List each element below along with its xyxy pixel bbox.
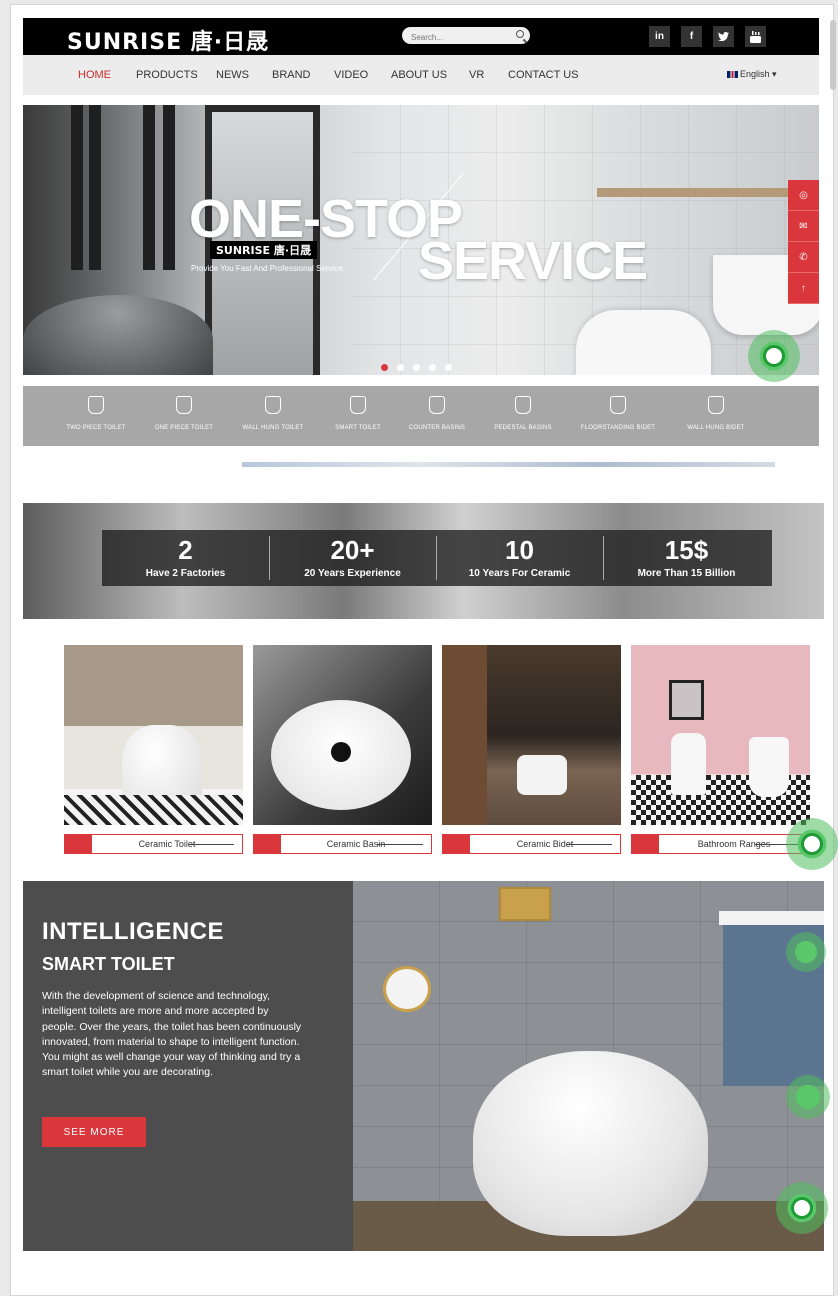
product-card-ceramic-basin[interactable]: Ceramic Basin — [253, 645, 432, 854]
whatsapp-float-icon[interactable] — [748, 330, 800, 382]
hero-shelf — [597, 188, 819, 197]
hero-radiator — [71, 105, 83, 270]
language-label: English — [740, 69, 770, 79]
phone-icon[interactable]: ✆ — [788, 242, 819, 273]
arrow-up-icon[interactable]: ↑ — [788, 273, 819, 304]
category-pedestal-basins[interactable]: PEDESTAL BASINS — [473, 396, 573, 431]
brand-logo[interactable]: SUNRISE 唐·日晟 — [67, 24, 269, 56]
smart-toilet-image — [353, 881, 824, 1251]
intelligence-panel: INTELLIGENCE SMART TOILET With the devel… — [23, 881, 353, 1251]
hero-radiator — [143, 105, 155, 270]
intelligence-subtitle: SMART TOILET — [42, 954, 175, 974]
product-caption[interactable]: Bathroom Ranges — [631, 834, 810, 854]
product-card-ceramic-toilet[interactable]: Ceramic Toilet — [64, 645, 243, 854]
product-image[interactable] — [64, 645, 243, 825]
product-image[interactable] — [631, 645, 810, 825]
category-bar: TWO PIECE TOILET ONE PIECE TOILET WALL H… — [23, 386, 819, 446]
intelligence-title: INTELLIGENCE — [42, 918, 225, 945]
whatsapp-icon[interactable]: ◎ — [788, 180, 819, 211]
stats-box: 2 Have 2 Factories 20+ 20 Years Experience… — [102, 530, 772, 586]
toilet-icon — [88, 396, 104, 414]
hero-radiator — [89, 105, 101, 270]
category-floorstanding-bidet[interactable]: FLOORSTANDING BIDET — [568, 396, 668, 431]
category-one-piece-toilet[interactable]: ONE PIECE TOILET — [134, 396, 234, 431]
stat-billion: 15$ More Than 15 Billion — [637, 535, 736, 579]
slider-dot-4[interactable] — [429, 364, 436, 371]
nav-brand[interactable]: BRAND — [272, 69, 311, 81]
nav-contact-us[interactable]: CONTACT US — [508, 69, 579, 81]
toilet-icon — [176, 396, 192, 414]
intelligence-description: With the development of science and tech… — [42, 990, 302, 1079]
nav-news[interactable]: NEWS — [216, 69, 249, 81]
youtube-icon[interactable] — [745, 26, 766, 47]
linkedin-icon[interactable]: in — [649, 26, 670, 47]
hero-radiator — [163, 105, 175, 270]
main-nav: HOME PRODUCTS NEWS BRAND VIDEO ABOUT US … — [23, 55, 819, 95]
toilet-paper-holder — [383, 966, 431, 1012]
basin-icon — [429, 396, 445, 414]
search-input[interactable] — [402, 29, 502, 46]
wall-toilet-icon — [265, 396, 281, 414]
mail-icon[interactable]: ✉ — [788, 211, 819, 242]
slider-dot-2[interactable] — [397, 364, 404, 371]
slider-dot-3[interactable] — [413, 364, 420, 371]
search-box — [402, 27, 530, 46]
product-image[interactable] — [253, 645, 432, 825]
see-more-button[interactable]: SEE MORE — [42, 1117, 146, 1147]
language-selector[interactable]: English ▾ — [727, 69, 777, 80]
stat-factories: 2 Have 2 Factories — [145, 535, 226, 579]
nav-video[interactable]: VIDEO — [334, 69, 368, 81]
banner-strip — [242, 462, 775, 467]
stats-section: 2 Have 2 Factories 20+ 20 Years Experience… — [23, 503, 824, 619]
bidet-icon — [610, 396, 626, 414]
hero-slider[interactable]: ONE-STOP SERVICE SUNRISE 唐·日晟 Provide Yo… — [23, 105, 819, 375]
hero-bathtub — [23, 295, 213, 375]
side-contact-buttons: ◎ ✉ ✆ ↑ — [788, 180, 819, 304]
pedestal-basin-icon — [515, 396, 531, 414]
stat-experience: 20+ 20 Years Experience — [304, 535, 401, 579]
vanity-top — [719, 911, 824, 925]
whatsapp-float-icon[interactable] — [786, 818, 838, 870]
wall-bidet-icon — [708, 396, 724, 414]
whatsapp-float-icon[interactable] — [776, 1182, 828, 1234]
category-two-piece-toilet[interactable]: TWO PIECE TOILET — [46, 396, 146, 431]
stat-ceramic: 10 10 Years For Ceramic — [468, 535, 571, 579]
hero-brand-tag: SUNRISE 唐·日晟 — [210, 241, 318, 259]
slider-dot-1[interactable] — [381, 364, 388, 371]
slider-dots — [381, 358, 461, 375]
facebook-icon[interactable]: f — [681, 26, 702, 47]
hero-title-line2: SERVICE — [418, 231, 648, 291]
search-icon[interactable] — [516, 30, 524, 38]
uk-flag-icon — [727, 71, 738, 79]
smart-toilet-bowl — [473, 1051, 708, 1236]
category-counter-basins[interactable]: COUNTER BASINS — [387, 396, 487, 431]
scrollbar[interactable] — [830, 20, 836, 90]
top-bar: SUNRISE 唐·日晟 in f — [23, 18, 819, 55]
whatsapp-float-icon[interactable] — [786, 1075, 830, 1119]
category-wall-hung-bidet[interactable]: WALL HUNG BIDET — [666, 396, 766, 431]
product-card-ceramic-bidet[interactable]: Ceramic Bidet — [442, 645, 621, 854]
whatsapp-float-icon[interactable] — [786, 932, 826, 972]
flush-plate — [499, 887, 551, 921]
nav-about-us[interactable]: ABOUT US — [391, 69, 447, 81]
slider-dot-5[interactable] — [445, 364, 452, 371]
twitter-icon[interactable] — [713, 26, 734, 47]
product-caption[interactable]: Ceramic Toilet — [64, 834, 243, 854]
product-card-bathroom-ranges[interactable]: Bathroom Ranges — [631, 645, 810, 854]
smart-toilet-icon — [350, 396, 366, 414]
nav-home[interactable]: HOME — [78, 69, 111, 81]
product-image[interactable] — [442, 645, 621, 825]
nav-vr[interactable]: VR — [469, 69, 484, 81]
nav-products[interactable]: PRODUCTS — [136, 69, 198, 81]
hero-toilet — [576, 310, 711, 375]
product-caption[interactable]: Ceramic Basin — [253, 834, 432, 854]
hero-subtitle: Provide You Fast And Professional Servic… — [191, 264, 345, 273]
product-caption[interactable]: Ceramic Bidet — [442, 834, 621, 854]
